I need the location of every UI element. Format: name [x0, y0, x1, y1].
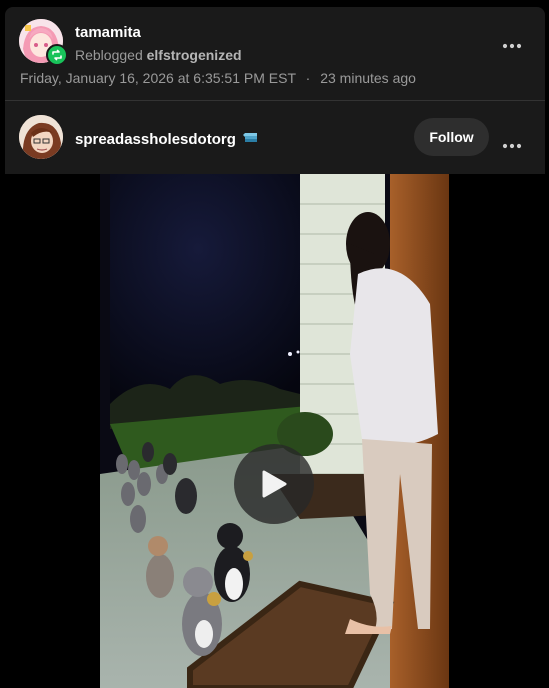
post-header: tamamita Reblogged elfstrogenized Friday…	[5, 7, 545, 174]
poster-avatar[interactable]	[19, 115, 63, 159]
blog-badge-icon	[243, 133, 257, 142]
post-timestamp: Friday, January 16, 2026 at 6:35:51 PM E…	[20, 70, 416, 86]
reblogged-from-link[interactable]: elfstrogenized	[147, 47, 242, 63]
reblogger-username[interactable]: tamamita	[75, 24, 141, 41]
video-play-button[interactable]	[234, 444, 314, 524]
follow-button[interactable]: Follow	[414, 118, 489, 156]
reblog-icon	[52, 49, 62, 61]
reblogged-label: Reblogged	[75, 47, 143, 63]
reblog-badge	[46, 44, 68, 66]
reblog-more-options-button[interactable]	[502, 34, 522, 52]
more-horizontal-icon	[502, 43, 522, 49]
post-more-options-button[interactable]	[502, 134, 522, 152]
header-divider	[5, 100, 545, 101]
more-horizontal-icon	[502, 143, 522, 149]
absolute-timestamp[interactable]: Friday, January 16, 2026 at 6:35:51 PM E…	[20, 70, 296, 86]
video-player[interactable]	[100, 174, 449, 688]
video-frame	[100, 174, 449, 688]
play-icon	[262, 470, 287, 498]
reblog-attribution: Reblogged elfstrogenized	[75, 47, 242, 63]
relative-time: 23 minutes ago	[320, 70, 416, 86]
poster-username[interactable]: spreadassholesdotorg	[75, 131, 236, 148]
timestamp-separator: ·	[305, 70, 311, 86]
